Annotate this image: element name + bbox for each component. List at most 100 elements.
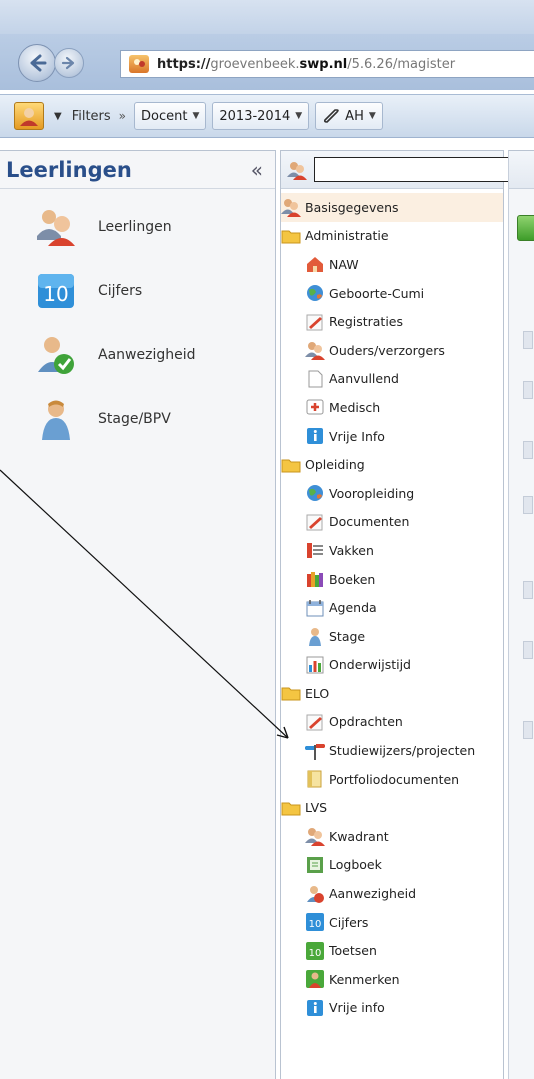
tree-item-toetsen[interactable]: 10 Toetsen xyxy=(281,936,503,965)
signpost-icon xyxy=(305,743,325,760)
forward-button[interactable] xyxy=(54,48,84,78)
arrow-left-icon xyxy=(30,54,47,72)
tree-item-agenda[interactable]: Agenda xyxy=(281,593,503,622)
right-content-panel xyxy=(508,150,534,1079)
grades-10-icon: 10 xyxy=(306,913,324,932)
chevron-down-icon: ▼ xyxy=(368,111,376,121)
tree-item-label: Aanvullend xyxy=(329,371,399,387)
tree-item-administratie[interactable]: Administratie xyxy=(281,222,503,251)
url-path: /5.6.26/magister xyxy=(347,56,456,72)
tree-item-vooropleiding[interactable]: Vooropleiding xyxy=(281,479,503,508)
people-icon xyxy=(287,161,307,180)
user-menu-button[interactable] xyxy=(14,102,44,130)
right-panel-field xyxy=(523,441,533,459)
tree-item-stage[interactable]: Stage xyxy=(281,622,503,651)
logbook-icon xyxy=(307,856,323,873)
right-panel-field xyxy=(523,581,533,599)
tree-item-label: Toetsen xyxy=(329,943,377,959)
tree-item-cijfers[interactable]: 10 Cijfers xyxy=(281,908,503,937)
user-filter-value: AH xyxy=(345,108,364,124)
year-dropdown[interactable]: 2013-2014 ▼ xyxy=(212,102,310,130)
folder-icon xyxy=(281,459,301,473)
tree-item-geboorte-cumi[interactable]: Geboorte-Cumi xyxy=(281,279,503,308)
tree-item-kenmerken[interactable]: Kenmerken xyxy=(281,965,503,994)
left-nav-panel: Leerlingen « Leerlingen 10 Cijfers Aanwe… xyxy=(0,150,276,1079)
attendance-check-icon xyxy=(38,337,74,374)
tree-item-aanvullend[interactable]: Aanvullend xyxy=(281,365,503,394)
nav-item-stage-bpv[interactable]: Stage/BPV xyxy=(0,387,275,451)
svg-text:10: 10 xyxy=(43,282,68,306)
people-icon xyxy=(305,828,325,847)
tree-search-input[interactable] xyxy=(314,157,534,182)
tree-item-portfoliodocumenten[interactable]: Portfoliodocumenten xyxy=(281,765,503,794)
tree-item-vrije-info[interactable]: Vrije Info xyxy=(281,422,503,451)
test-10-icon: 10 xyxy=(306,941,324,960)
collapse-panel-icon[interactable]: « xyxy=(251,158,263,182)
url-domain: swp.nl xyxy=(299,56,348,72)
person-icon xyxy=(309,628,321,647)
tree-list: Basisgegevens Administratie NAW Geboorte-Cu… xyxy=(281,189,503,1022)
right-panel-field xyxy=(523,496,533,514)
tree-item-label: Vakken xyxy=(329,542,374,558)
tree-item-medisch[interactable]: Medisch xyxy=(281,393,503,422)
calendar-icon xyxy=(306,599,324,617)
tree-item-vrije-info[interactable]: Vrije info xyxy=(281,994,503,1023)
tree-item-label: Opdrachten xyxy=(329,714,403,730)
tree-item-ouders-verzorgers[interactable]: Ouders/verzorgers xyxy=(281,336,503,365)
tree-item-onderwijstijd[interactable]: Onderwijstijd xyxy=(281,651,503,680)
folder-icon xyxy=(281,230,301,244)
tree-item-elo[interactable]: ELO xyxy=(281,679,503,708)
nav-item-leerlingen[interactable]: Leerlingen xyxy=(0,195,275,259)
user-menu-chevron-down-icon[interactable]: ▼ xyxy=(54,111,62,122)
tree-item-opleiding[interactable]: Opleiding xyxy=(281,450,503,479)
tree-item-studiewijzers-projecten[interactable]: Studiewijzers/projecten xyxy=(281,736,503,765)
tree-item-aanwezigheid[interactable]: Aanwezigheid xyxy=(281,879,503,908)
left-panel-header: Leerlingen « xyxy=(0,151,275,189)
right-panel-field xyxy=(523,641,533,659)
tree-item-label: Portfoliodocumenten xyxy=(329,771,460,787)
tree-item-vakken[interactable]: Vakken xyxy=(281,536,503,565)
books-icon xyxy=(307,572,323,588)
back-button[interactable] xyxy=(18,44,56,82)
nav-item-cijfers[interactable]: 10 Cijfers xyxy=(0,259,275,323)
bar-chart-icon xyxy=(306,656,324,674)
tree-item-boeken[interactable]: Boeken xyxy=(281,565,503,594)
page-icon xyxy=(308,370,323,388)
user-filter-dropdown[interactable]: AH ▼ xyxy=(315,102,383,130)
tree-panel: Basisgegevens Administratie NAW Geboorte-Cu… xyxy=(280,150,504,1079)
address-bar[interactable]: https://groevenbeek.swp.nl/5.6.26/magist… xyxy=(120,50,534,78)
medical-icon xyxy=(306,399,324,415)
user-avatar-icon xyxy=(20,108,38,126)
tree-item-lvs[interactable]: LVS xyxy=(281,793,503,822)
portfolio-icon xyxy=(307,770,322,788)
tree-item-label: Studiewijzers/projecten xyxy=(329,743,476,759)
pencil-icon xyxy=(306,714,323,731)
tree-item-basisgegevens[interactable]: Basisgegevens xyxy=(281,193,503,222)
tree-item-kwadrant[interactable]: Kwadrant xyxy=(281,822,503,851)
tree-item-label: Vooropleiding xyxy=(329,485,415,501)
nav-item-label: Aanwezigheid xyxy=(98,347,196,363)
url-scheme: https:// xyxy=(157,56,211,72)
tree-item-label: Boeken xyxy=(329,571,376,587)
role-dropdown[interactable]: Docent ▼ xyxy=(134,102,207,130)
info-icon xyxy=(307,428,323,445)
tree-item-naw[interactable]: NAW xyxy=(281,250,503,279)
nav-item-label: Cijfers xyxy=(98,283,143,299)
chevron-down-icon: ▼ xyxy=(295,111,303,121)
tree-item-registraties[interactable]: Registraties xyxy=(281,307,503,336)
tree-item-logboek[interactable]: Logboek xyxy=(281,851,503,880)
filters-label[interactable]: Filters xyxy=(72,109,111,124)
tree-item-documenten[interactable]: Documenten xyxy=(281,508,503,537)
tree-item-label: Opleiding xyxy=(305,457,365,473)
tree-item-opdrachten[interactable]: Opdrachten xyxy=(281,708,503,737)
grades-10-icon: 10 xyxy=(38,274,74,308)
pencil-icon xyxy=(306,314,323,331)
students-icon xyxy=(37,210,75,246)
green-action-button[interactable] xyxy=(517,215,534,241)
year-dropdown-value: 2013-2014 xyxy=(219,108,291,124)
nav-item-aanwezigheid[interactable]: Aanwezigheid xyxy=(0,323,275,387)
chevron-down-icon: ▼ xyxy=(192,111,200,121)
globe-icon xyxy=(307,485,323,502)
books-list-icon xyxy=(307,543,323,559)
tree-item-label: Onderwijstijd xyxy=(329,657,411,673)
